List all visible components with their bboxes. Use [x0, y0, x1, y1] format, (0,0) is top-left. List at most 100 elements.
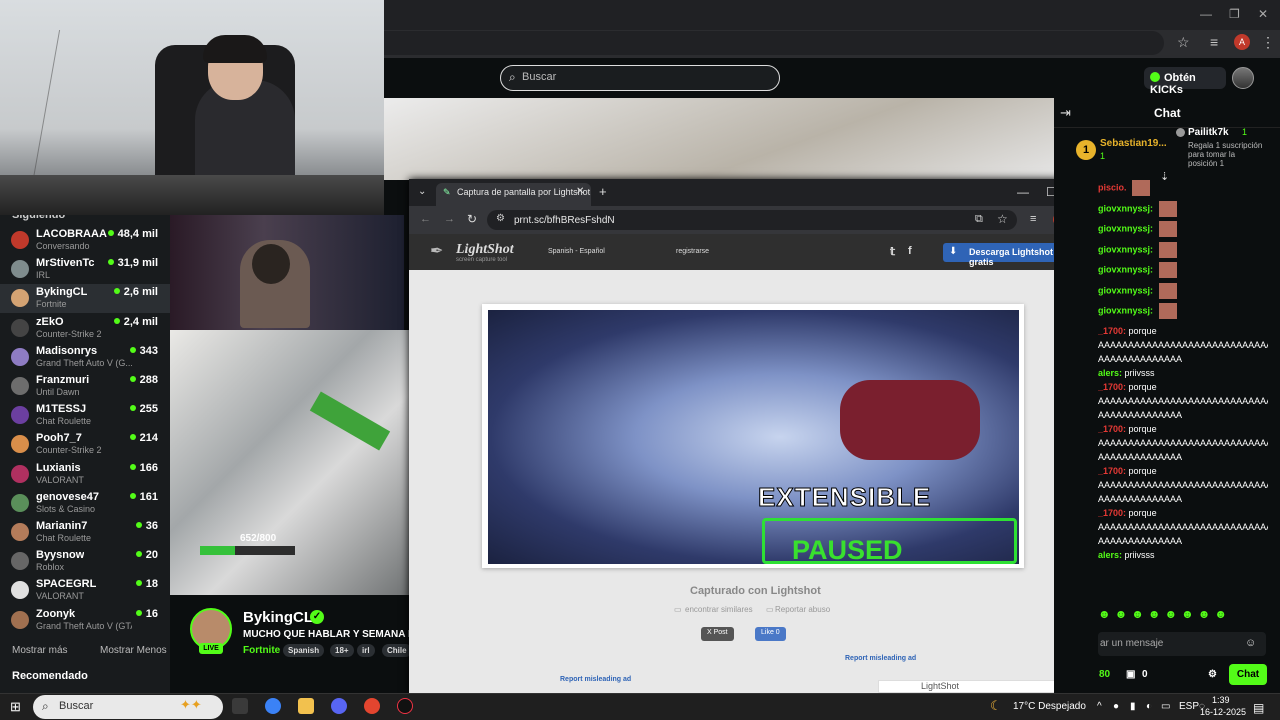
chat-input[interactable]: ar un mensaje — [1098, 632, 1266, 656]
forward-icon[interactable]: → — [444, 213, 455, 225]
get-kicks-button[interactable]: Obtén KICKs — [1144, 67, 1226, 96]
report-ad-link[interactable]: Report misleading ad — [560, 676, 631, 683]
new-tab-icon[interactable]: + — [599, 184, 607, 199]
show-more-link[interactable]: Mostrar más — [12, 645, 68, 656]
tag[interactable]: Spanish — [283, 644, 325, 657]
stream-category[interactable]: Fortnite — [243, 645, 280, 656]
sidebar-item-channel[interactable]: SPACEGRL VALORANT 18 — [0, 576, 170, 605]
copilot-icon[interactable] — [265, 698, 281, 714]
notification-icon[interactable]: ▤ — [1253, 701, 1264, 715]
chat-username[interactable]: _1700: — [1098, 382, 1126, 392]
minimize-icon[interactable]: — — [1200, 7, 1212, 21]
obs-icon[interactable] — [397, 698, 413, 714]
install-icon[interactable]: ⧉ — [975, 213, 983, 226]
like-button[interactable]: Like 0 — [755, 627, 786, 641]
sidebar-item-channel[interactable]: Madisonrys Grand Theft Auto V (G... 343 — [0, 343, 170, 372]
task-view-icon[interactable] — [232, 698, 248, 714]
avatar[interactable] — [1232, 67, 1254, 89]
leaderboard-user[interactable]: Sebastian19... — [1100, 138, 1167, 149]
language-select[interactable]: Spanish - Español — [548, 248, 605, 255]
collapse-chat-icon[interactable]: ⇥ — [1060, 105, 1071, 121]
sidebar-item-channel[interactable]: LACOBRAAA Conversando 48,4 mil — [0, 226, 170, 255]
tab-list-icon[interactable]: ⌄ — [418, 186, 426, 197]
chat-username[interactable]: _1700: — [1098, 508, 1126, 518]
back-icon[interactable]: ← — [420, 213, 431, 225]
chat-username[interactable]: giovxnnyssj: — [1098, 203, 1153, 213]
emoji-icon[interactable]: ☺ — [1245, 637, 1256, 649]
file-explorer-icon[interactable] — [298, 698, 314, 714]
sidebar-item-channel[interactable]: Marianin7 Chat Roulette 36 — [0, 518, 170, 547]
windows-start-icon[interactable]: ⊞ — [10, 699, 21, 715]
chat-username[interactable]: giovxnnyssj: — [1098, 264, 1153, 274]
sidebar-item-channel[interactable]: MrStivenTc IRL 31,9 mil — [0, 255, 170, 284]
chat-username[interactable]: _1700: — [1098, 424, 1126, 434]
reload-icon[interactable]: ↻ — [467, 212, 477, 226]
ad-banner[interactable]: LightShot — [878, 680, 1076, 693]
x-post-button[interactable]: X Post — [701, 627, 734, 641]
screen-icon[interactable]: ▭ — [1161, 701, 1170, 712]
address-bar[interactable] — [384, 31, 1164, 55]
chat-username[interactable]: giovxnnyssj: — [1098, 244, 1153, 254]
chat-text: AAAAAAAAAAAAAA — [1098, 353, 1183, 364]
clock-time[interactable]: 1:39 — [1212, 695, 1230, 705]
stream-gameplay[interactable] — [170, 330, 410, 595]
chat-message: AAAAAAAAAAAAAAAAAAAAAAAAAAAAA — [1098, 520, 1268, 534]
streamer-name[interactable]: BykingCL — [243, 609, 313, 626]
twitter-icon[interactable]: 𝕥 — [890, 245, 895, 258]
report-ad-link[interactable]: Report misleading ad — [845, 655, 916, 662]
find-similar-link[interactable]: encontrar similares — [685, 605, 753, 614]
chat-username[interactable]: alers: — [1098, 550, 1122, 560]
maximize-icon[interactable]: ❐ — [1229, 7, 1240, 21]
site-info-icon[interactable]: ⚙ — [496, 213, 505, 224]
chat-username[interactable]: giovxnnyssj: — [1098, 305, 1153, 315]
close-icon[interactable]: ✕ — [1258, 7, 1268, 21]
media-icon[interactable]: ≡ — [1210, 34, 1218, 50]
sidebar-item-channel[interactable]: BykingCL Fortnite 2,6 mil — [0, 284, 170, 314]
emote-icon — [1158, 303, 1177, 319]
chrome-icon[interactable] — [364, 698, 380, 714]
star-icon[interactable]: ☆ — [1177, 34, 1190, 51]
tab-close-icon[interactable]: ✕ — [576, 186, 584, 197]
stream-video-top[interactable] — [384, 98, 1054, 180]
chat-username[interactable]: piscio. — [1098, 182, 1127, 192]
chat-username[interactable]: giovxnnyssj: — [1098, 285, 1153, 295]
report-abuse-link[interactable]: Reportar abuso — [775, 605, 830, 614]
sidebar-item-channel[interactable]: M1TESSJ Chat Roulette 255 — [0, 401, 170, 430]
media-icon[interactable]: ≡ — [1030, 213, 1036, 225]
chat-username[interactable]: _1700: — [1098, 326, 1126, 336]
facebook-icon[interactable]: f — [908, 245, 912, 257]
headset-icon[interactable]: ◐ — [1146, 701, 1152, 712]
sidebar-item-channel[interactable]: genovese47 Slots & Casino 161 — [0, 489, 170, 518]
emote-bar[interactable]: ☻☻☻☻☻☻☻☻ — [1098, 607, 1231, 621]
clock-date[interactable]: 16-12-2025 — [1200, 707, 1246, 717]
sidebar-item-channel[interactable]: Franzmuri Until Dawn 288 — [0, 372, 170, 401]
popup-url[interactable]: prnt.sc/bfhBResFshdN — [514, 215, 615, 226]
chat-username[interactable]: _1700: — [1098, 466, 1126, 476]
tag[interactable]: Chile — [382, 644, 412, 657]
menu-icon[interactable]: ⋮ — [1261, 34, 1275, 51]
sidebar-item-channel[interactable]: Byysnow Roblox 20 — [0, 547, 170, 576]
chat-send-button[interactable]: Chat — [1229, 664, 1267, 685]
minimize-icon[interactable]: — — [1017, 185, 1029, 199]
discord-icon[interactable] — [331, 698, 347, 714]
language-indicator[interactable]: ESP — [1179, 701, 1199, 712]
weather-text[interactable]: 17°C Despejado — [1013, 701, 1086, 712]
star-icon[interactable]: ☆ — [997, 212, 1008, 226]
chat-username[interactable]: giovxnnyssj: — [1098, 223, 1153, 233]
mic-icon[interactable]: ▮ — [1130, 701, 1136, 712]
gift-icon[interactable]: ▣ — [1126, 669, 1135, 680]
sidebar-item-channel[interactable]: Luxianis VALORANT 166 — [0, 460, 170, 489]
profile-icon[interactable]: A — [1234, 34, 1250, 50]
register-link[interactable]: registrarse — [676, 248, 709, 255]
sidebar-item-channel[interactable]: zEkO Counter-Strike 2 2,4 mil — [0, 314, 170, 343]
tag[interactable]: 18+ — [330, 644, 354, 657]
gifter-name[interactable]: Pailitk7k — [1188, 127, 1229, 138]
show-less-link[interactable]: Mostrar Menos — [100, 645, 167, 656]
chat-username[interactable]: alers: — [1098, 368, 1122, 378]
tag[interactable]: irl — [357, 644, 375, 657]
sidebar-item-channel[interactable]: Zoonyk Grand Theft Auto V (GTA) 16 — [0, 606, 170, 635]
sidebar-item-channel[interactable]: Pooh7_7 Counter-Strike 2 214 — [0, 430, 170, 459]
tray-up-icon[interactable]: ^ — [1097, 701, 1102, 712]
settings-icon[interactable]: ⚙ — [1208, 669, 1217, 680]
lightshot-logo[interactable]: LightShot — [456, 242, 514, 258]
